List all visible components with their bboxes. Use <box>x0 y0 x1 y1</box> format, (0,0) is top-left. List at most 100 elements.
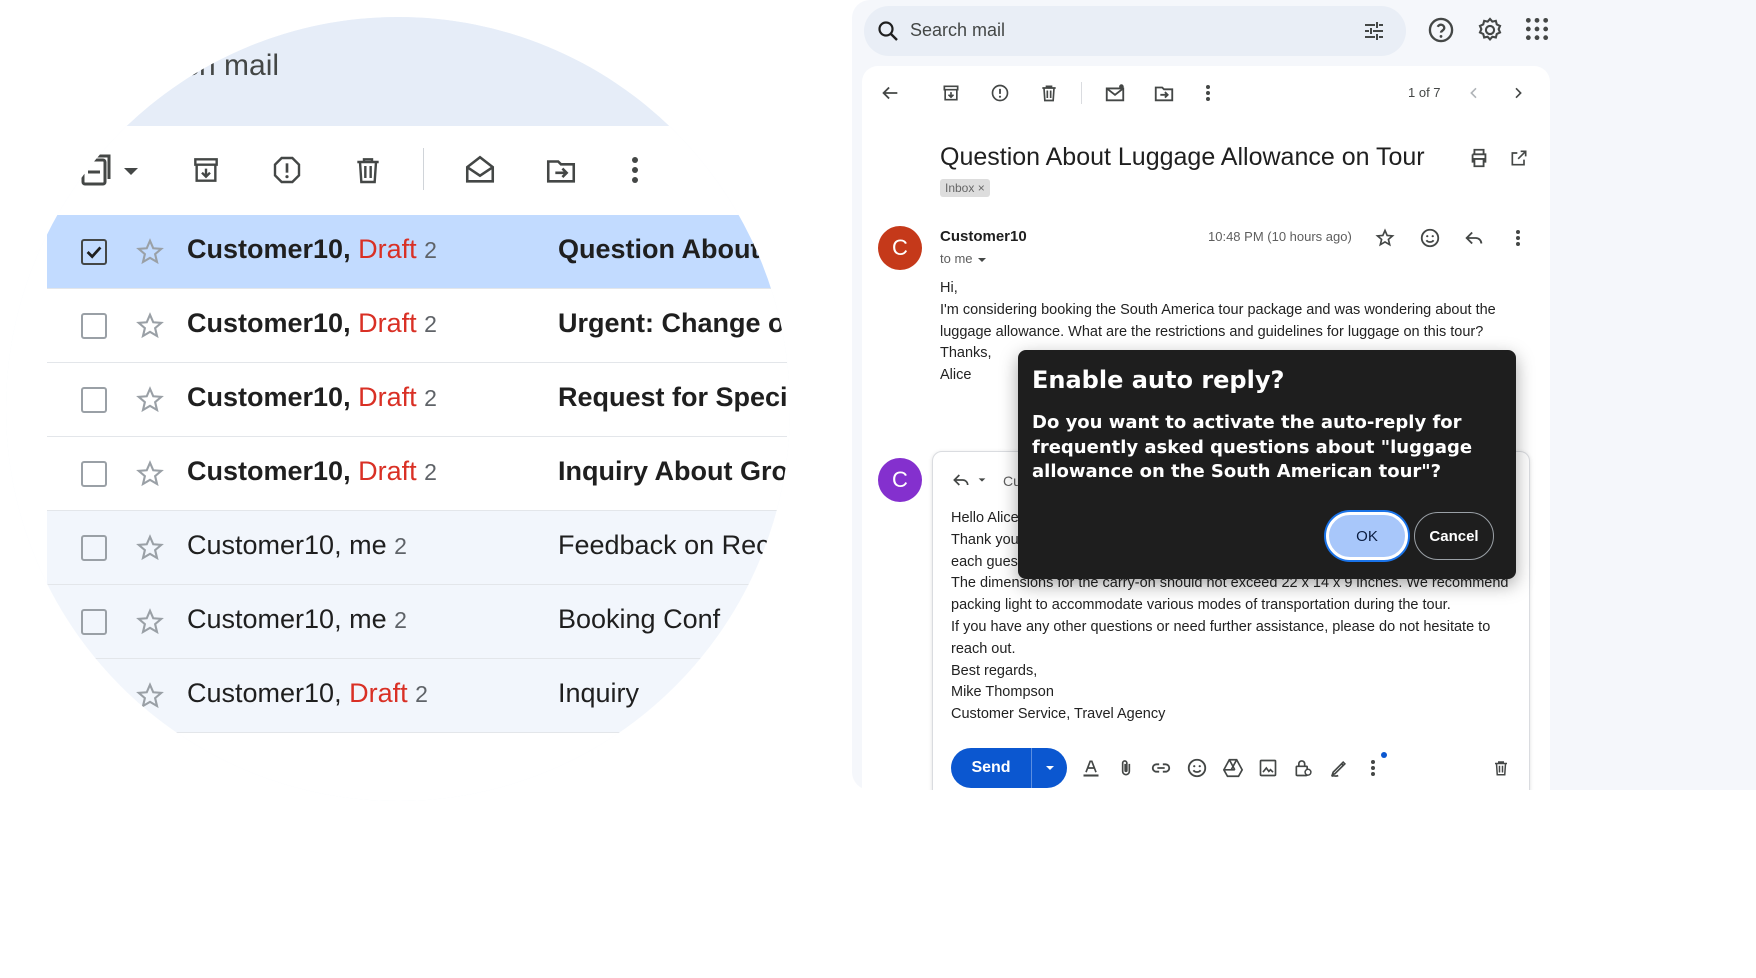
apps-grid-icon[interactable] <box>1524 16 1552 44</box>
row-checkbox[interactable] <box>81 313 107 339</box>
dialog-ok-button[interactable]: OK <box>1326 512 1408 560</box>
insert-link-icon[interactable] <box>1149 756 1173 780</box>
draft-label: Draft <box>358 234 417 264</box>
sender-separator: , <box>343 382 359 412</box>
print-icon[interactable] <box>1466 145 1492 171</box>
zoom-move-to-button[interactable] <box>541 150 581 190</box>
star-icon[interactable] <box>135 459 165 489</box>
row-sender: Customer10, Draft 2 <box>187 234 437 265</box>
chevron-left-icon[interactable] <box>1461 80 1487 106</box>
sender-avatar[interactable]: C <box>878 226 922 270</box>
search-icon[interactable] <box>876 19 900 43</box>
trash-icon[interactable] <box>1036 80 1062 106</box>
inbox-label-chip[interactable]: Inbox × <box>940 179 990 197</box>
move-to-folder-icon[interactable] <box>1151 80 1177 106</box>
body-line: reach out. <box>951 640 1016 657</box>
row-sender: Customer10, Draft 2 <box>187 308 437 339</box>
open-in-new-window-icon[interactable] <box>1506 145 1532 171</box>
row-checkbox[interactable] <box>81 683 107 709</box>
toolbar-divider <box>423 148 424 190</box>
search-options-icon[interactable] <box>1362 19 1386 43</box>
chevron-right-icon[interactable] <box>1505 80 1531 106</box>
row-checkbox[interactable] <box>81 387 107 413</box>
star-icon[interactable] <box>1372 225 1398 251</box>
email-row[interactable]: Customer10, Draft 2 Urgent: Change o <box>47 289 787 363</box>
archive-icon[interactable] <box>938 80 964 106</box>
zoom-archive-button[interactable] <box>186 150 226 190</box>
settings-gear-icon[interactable] <box>1476 16 1504 44</box>
zoom-mark-read-button[interactable] <box>460 150 500 190</box>
star-icon[interactable] <box>135 533 165 563</box>
back-arrow-icon[interactable] <box>877 80 903 106</box>
star-icon[interactable] <box>135 385 165 415</box>
confidential-mode-icon[interactable] <box>1291 756 1315 780</box>
sender-name: Customer10 <box>187 456 344 486</box>
dialog-cancel-button[interactable]: Cancel <box>1414 512 1494 560</box>
chevron-down-icon <box>978 478 986 482</box>
archive-icon <box>194 158 218 182</box>
google-drive-icon[interactable] <box>1221 756 1245 780</box>
star-icon[interactable] <box>135 607 165 637</box>
row-checkbox[interactable] <box>81 461 107 487</box>
draft-label: Draft <box>358 456 417 486</box>
select-dropdown-button[interactable] <box>80 150 152 190</box>
sender-name[interactable]: Customer10 <box>940 228 1027 245</box>
thread-count: 2 <box>394 533 407 559</box>
row-sender: Customer10, Draft 2 <box>187 678 428 709</box>
row-checkbox[interactable] <box>81 609 107 635</box>
zoom-spam-button[interactable] <box>267 150 307 190</box>
reply-icon <box>953 474 969 486</box>
email-row[interactable]: Customer10, me 2 Feedback on Rec <box>47 511 787 585</box>
thread-count: 2 <box>424 385 437 411</box>
email-row[interactable]: Customer10, Draft 2 Request for Speci <box>47 363 788 437</box>
sender-name: Customer10 <box>187 382 344 412</box>
star-icon[interactable] <box>135 237 165 267</box>
discard-draft-trash-icon[interactable] <box>1489 756 1513 780</box>
sender-separator: , <box>343 308 359 338</box>
body-line: I'm considering booking the South Americ… <box>940 301 1496 318</box>
search-bar[interactable]: Search mail <box>864 6 1406 56</box>
email-row[interactable]: Customer10, Draft 2 Question About <box>47 215 787 289</box>
draft-label: Draft <box>358 382 417 412</box>
thread-count: 2 <box>415 681 428 707</box>
mark-unread-icon[interactable] <box>1102 80 1128 106</box>
star-icon[interactable] <box>135 681 165 711</box>
recipient-dropdown[interactable]: to me <box>940 251 988 266</box>
email-row[interactable]: Customer10, Draft 2 Inquiry About Gro <box>47 437 788 511</box>
reply-avatar[interactable]: C <box>878 458 922 502</box>
email-row[interactable]: Customer10, me 2 Booking Conf <box>47 585 787 659</box>
more-vert-icon[interactable] <box>1505 225 1531 251</box>
attach-file-icon[interactable] <box>1114 756 1138 780</box>
reply-icon[interactable] <box>1461 225 1487 251</box>
draft-label: Draft <box>349 678 408 708</box>
thread-count: 2 <box>424 237 437 263</box>
zoom-delete-button[interactable] <box>348 150 388 190</box>
star-icon[interactable] <box>135 311 165 341</box>
insert-emoji-icon[interactable] <box>1185 756 1209 780</box>
row-sender: Customer10, Draft 2 <box>187 456 437 487</box>
row-sender: Customer10, me 2 <box>187 604 407 635</box>
inbox-zoom-view: ch mail Customer10, Draft 2 Question Abo… <box>6 17 790 801</box>
email-row[interactable]: Customer10, Draft 2 Inquiry <box>47 659 787 733</box>
more-options-icon[interactable] <box>1361 756 1385 780</box>
row-subject: Question About <box>558 234 760 264</box>
move-to-folder-icon <box>546 160 576 183</box>
insert-photo-icon[interactable] <box>1256 756 1280 780</box>
send-options-button[interactable] <box>1033 748 1067 788</box>
row-checkbox[interactable] <box>81 535 107 561</box>
send-button[interactable]: Send <box>951 748 1067 788</box>
report-spam-icon[interactable] <box>987 80 1013 106</box>
reply-type-dropdown[interactable] <box>951 470 987 490</box>
checkmark-icon <box>86 246 102 259</box>
row-checkbox[interactable] <box>81 239 107 265</box>
zoom-more-button[interactable] <box>615 150 655 190</box>
dialog-title: Enable auto reply? <box>1032 366 1285 394</box>
send-label: Send <box>971 759 1011 776</box>
formatting-options-icon[interactable] <box>1079 756 1103 780</box>
compose-bottom-toolbar: Send <box>951 748 1521 790</box>
help-icon[interactable] <box>1427 16 1455 44</box>
emoji-reaction-icon[interactable] <box>1417 225 1443 251</box>
zoom-search-bar[interactable] <box>6 17 790 126</box>
more-vert-icon[interactable] <box>1195 80 1221 106</box>
signature-pen-icon[interactable] <box>1327 756 1351 780</box>
